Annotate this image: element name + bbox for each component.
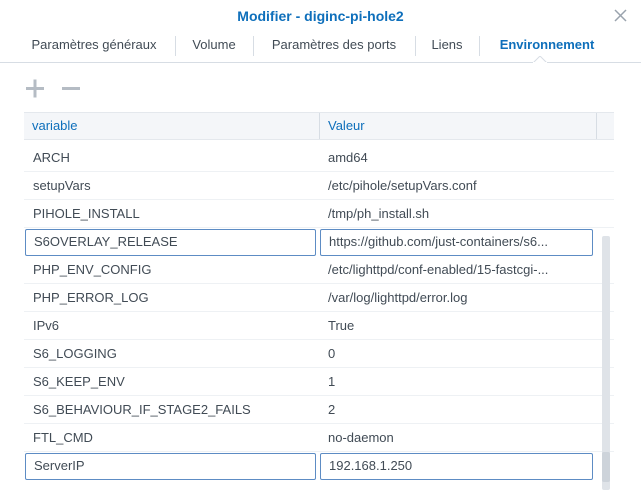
column-header-variable[interactable]: variable: [24, 113, 319, 139]
table-row[interactable]: PHP_ENV_CONFIG /etc/lighttpd/conf-enable…: [24, 256, 614, 284]
value-edit-field[interactable]: 192.168.1.250: [320, 453, 593, 480]
vertical-scrollbar[interactable]: [602, 236, 610, 490]
variable-cell[interactable]: S6_BEHAVIOUR_IF_STAGE2_FAILS: [33, 396, 313, 424]
value-cell[interactable]: 0: [328, 340, 593, 368]
tab-links[interactable]: Liens: [416, 31, 478, 62]
table-row[interactable]: FTL_CMD no-daemon: [24, 424, 614, 452]
environment-grid: variable Valeur ARCH amd64 setupVars /et…: [24, 112, 614, 490]
close-icon[interactable]: [613, 8, 628, 23]
variable-cell[interactable]: PIHOLE_INSTALL: [33, 200, 313, 228]
value-cell[interactable]: /etc/lighttpd/conf-enabled/15-fastcgi-..…: [328, 256, 593, 284]
table-row[interactable]: S6_KEEP_ENV 1: [24, 368, 614, 396]
variable-cell[interactable]: IPv6: [33, 312, 313, 340]
value-edit-field[interactable]: https://github.com/just-containers/s6...: [320, 229, 593, 256]
tab-general-settings[interactable]: Paramètres généraux: [14, 31, 174, 62]
variable-cell[interactable]: setupVars: [33, 172, 313, 200]
column-divider[interactable]: [596, 113, 597, 139]
table-row-editing[interactable]: ServerIP 192.168.1.250: [24, 452, 614, 480]
value-cell[interactable]: 2: [328, 396, 593, 424]
table-row[interactable]: setupVars /etc/pihole/setupVars.conf: [24, 172, 614, 200]
plus-icon[interactable]: [22, 74, 48, 104]
value-cell[interactable]: amd64: [328, 144, 593, 172]
table-row-editing[interactable]: S6OVERLAY_RELEASE https://github.com/jus…: [24, 228, 614, 256]
variable-edit-field[interactable]: ServerIP: [25, 453, 316, 480]
active-tab-indicator: [533, 56, 547, 63]
table-row[interactable]: S6_BEHAVIOUR_IF_STAGE2_FAILS 2: [24, 396, 614, 424]
table-row[interactable]: ARCH amd64: [24, 144, 614, 172]
variable-cell[interactable]: FTL_CMD: [33, 424, 313, 452]
table-row[interactable]: PIHOLE_INSTALL /tmp/ph_install.sh: [24, 200, 614, 228]
table-row[interactable]: PHP_ERROR_LOG /var/log/lighttpd/error.lo…: [24, 284, 614, 312]
tab-port-settings[interactable]: Paramètres des ports: [254, 31, 414, 62]
value-cell[interactable]: /tmp/ph_install.sh: [328, 200, 593, 228]
window-titlebar: Modifier - diginc-pi-hole2: [0, 0, 641, 33]
value-cell[interactable]: True: [328, 312, 593, 340]
variable-edit-field[interactable]: S6OVERLAY_RELEASE: [25, 229, 316, 256]
table-row[interactable]: IPv6 True: [24, 312, 614, 340]
value-cell[interactable]: /etc/pihole/setupVars.conf: [328, 172, 593, 200]
window-title: Modifier - diginc-pi-hole2: [237, 8, 404, 24]
minus-icon[interactable]: [58, 74, 84, 104]
variable-cell[interactable]: S6_LOGGING: [33, 340, 313, 368]
value-cell[interactable]: /var/log/lighttpd/error.log: [328, 284, 593, 312]
column-header-value[interactable]: Valeur: [320, 113, 596, 139]
tab-volume[interactable]: Volume: [176, 31, 252, 62]
grid-header: variable Valeur: [24, 112, 614, 140]
value-cell[interactable]: 1: [328, 368, 593, 396]
variable-cell[interactable]: PHP_ERROR_LOG: [33, 284, 313, 312]
tab-environment[interactable]: Environnement: [480, 31, 614, 62]
variable-cell[interactable]: PHP_ENV_CONFIG: [33, 256, 313, 284]
value-cell[interactable]: no-daemon: [328, 424, 593, 452]
variable-cell[interactable]: S6_KEEP_ENV: [33, 368, 313, 396]
table-row[interactable]: S6_LOGGING 0: [24, 340, 614, 368]
variable-cell[interactable]: ARCH: [33, 144, 313, 172]
scrollbar-thumb[interactable]: [602, 452, 610, 482]
